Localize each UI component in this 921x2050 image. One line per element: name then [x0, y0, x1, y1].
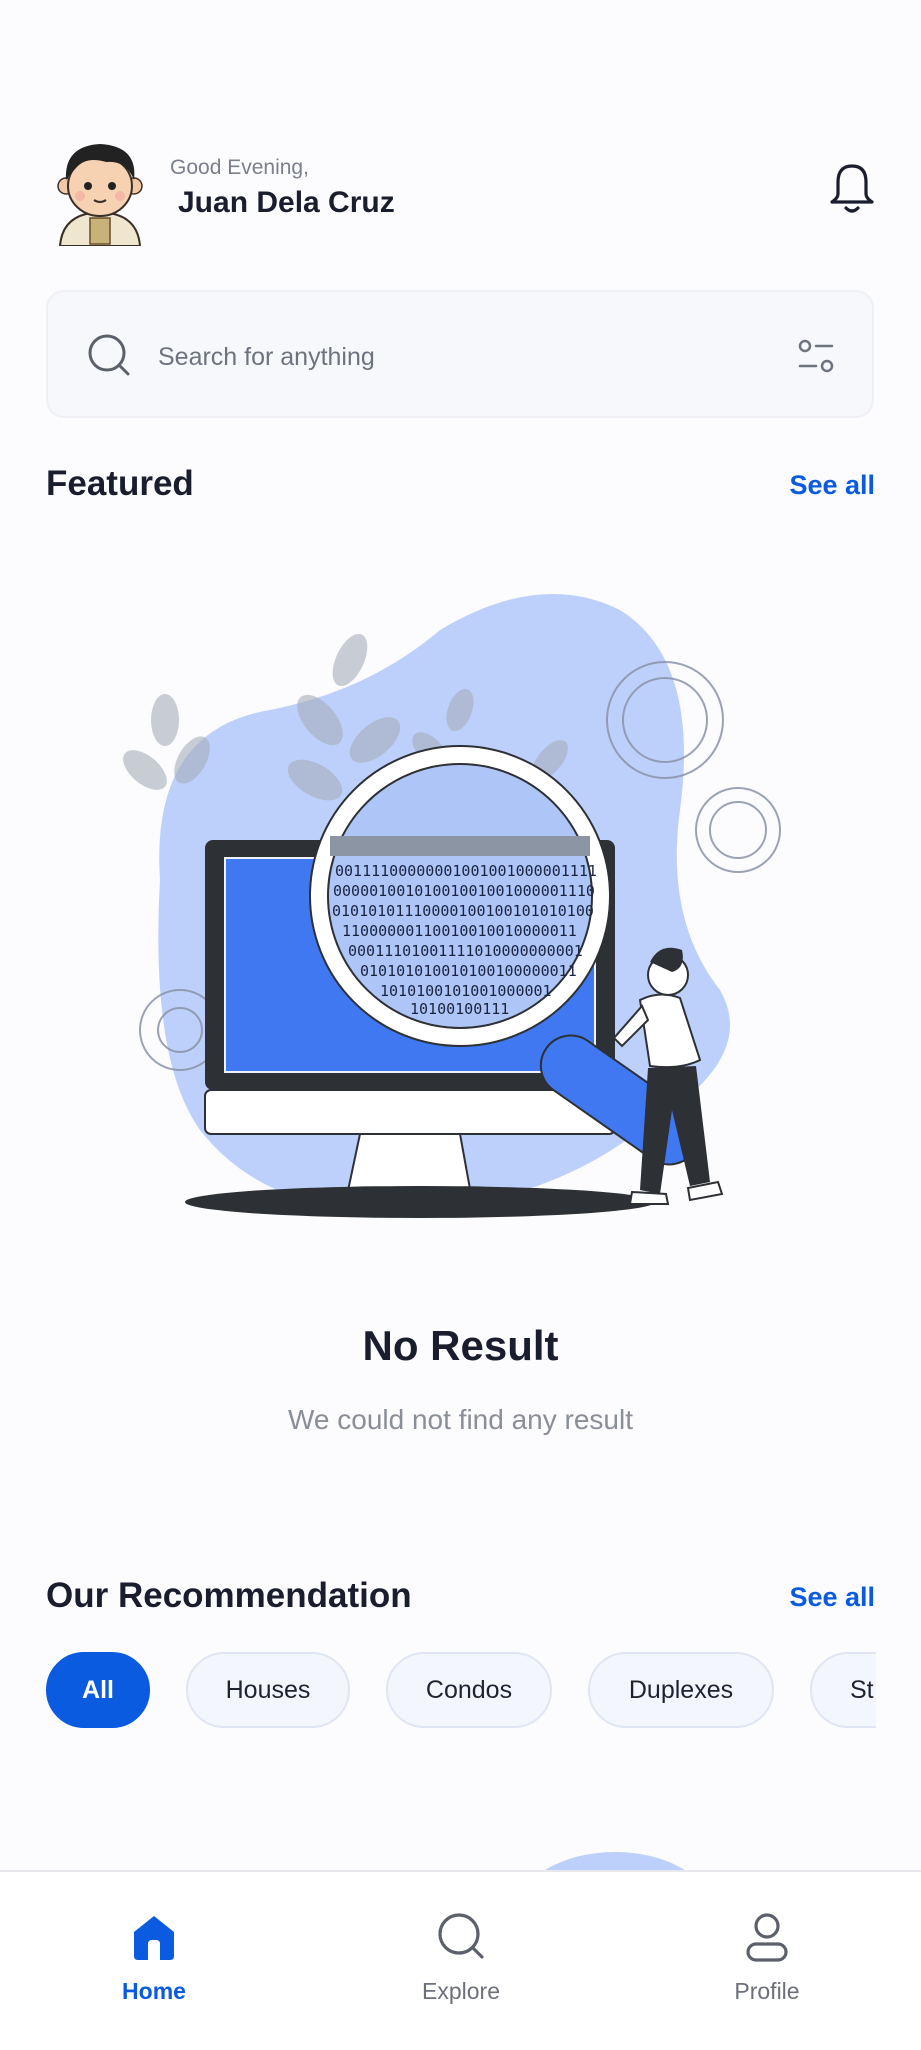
binary-line: 00011101001111010000000001: [348, 942, 583, 960]
nav-explore-label: Explore: [422, 1978, 500, 2004]
user-avatar[interactable]: [46, 134, 154, 246]
featured-title: Featured: [46, 464, 194, 503]
user-name: Juan Dela Cruz: [178, 186, 395, 219]
chip-houses[interactable]: Houses: [186, 1652, 350, 1728]
filter-chips: All Houses Condos Duplexes St: [46, 1652, 876, 1732]
search-bar: [46, 290, 874, 418]
nav-profile-label: Profile: [734, 1978, 800, 2004]
empty-state-title: No Result: [362, 1322, 559, 1369]
binary-line: 10100100111: [410, 1000, 509, 1018]
empty-state-subtitle: We could not find any result: [287, 1404, 633, 1435]
nav-home[interactable]: Home: [54, 1912, 254, 2022]
binary-line: 01010101110000100100101010100: [332, 902, 594, 920]
no-result-illustration: 00111100000001001001000001111 0000010010…: [123, 594, 781, 1218]
chip-all[interactable]: All: [46, 1652, 150, 1728]
recommendation-title: Our Recommendation: [46, 1576, 412, 1615]
nav-explore[interactable]: Explore: [361, 1912, 561, 2022]
binary-line: 00000100101001001001000001110: [333, 882, 595, 900]
filter-icon[interactable]: [796, 336, 836, 376]
notification-bell-icon[interactable]: [828, 160, 876, 216]
binary-line: 010101010010100100000011: [360, 962, 577, 980]
binary-line: 00111100000001001001000001111: [335, 862, 597, 880]
chip-st[interactable]: St: [810, 1652, 876, 1728]
recommendation-see-all-link[interactable]: See all: [789, 1582, 875, 1613]
binary-line: 1010100101001000001: [380, 982, 552, 1000]
home-icon: [134, 1916, 174, 1960]
featured-see-all-link[interactable]: See all: [789, 470, 875, 501]
profile-icon: [746, 1913, 788, 1962]
greeting-text: Good Evening,: [170, 156, 309, 179]
chip-duplexes[interactable]: Duplexes: [588, 1652, 774, 1728]
nav-home-label: Home: [122, 1978, 186, 2004]
search-input[interactable]: [156, 328, 720, 386]
search-icon: [88, 334, 130, 376]
binary-line: 11000000110010010010000011: [342, 922, 577, 940]
bottom-navigation: Home Explore Profile: [0, 1870, 921, 2050]
nav-profile[interactable]: Profile: [667, 1912, 867, 2022]
search-icon: [438, 1913, 484, 1959]
header: Good Evening, Juan Dela Cruz: [46, 130, 876, 250]
chip-condos[interactable]: Condos: [386, 1652, 552, 1728]
